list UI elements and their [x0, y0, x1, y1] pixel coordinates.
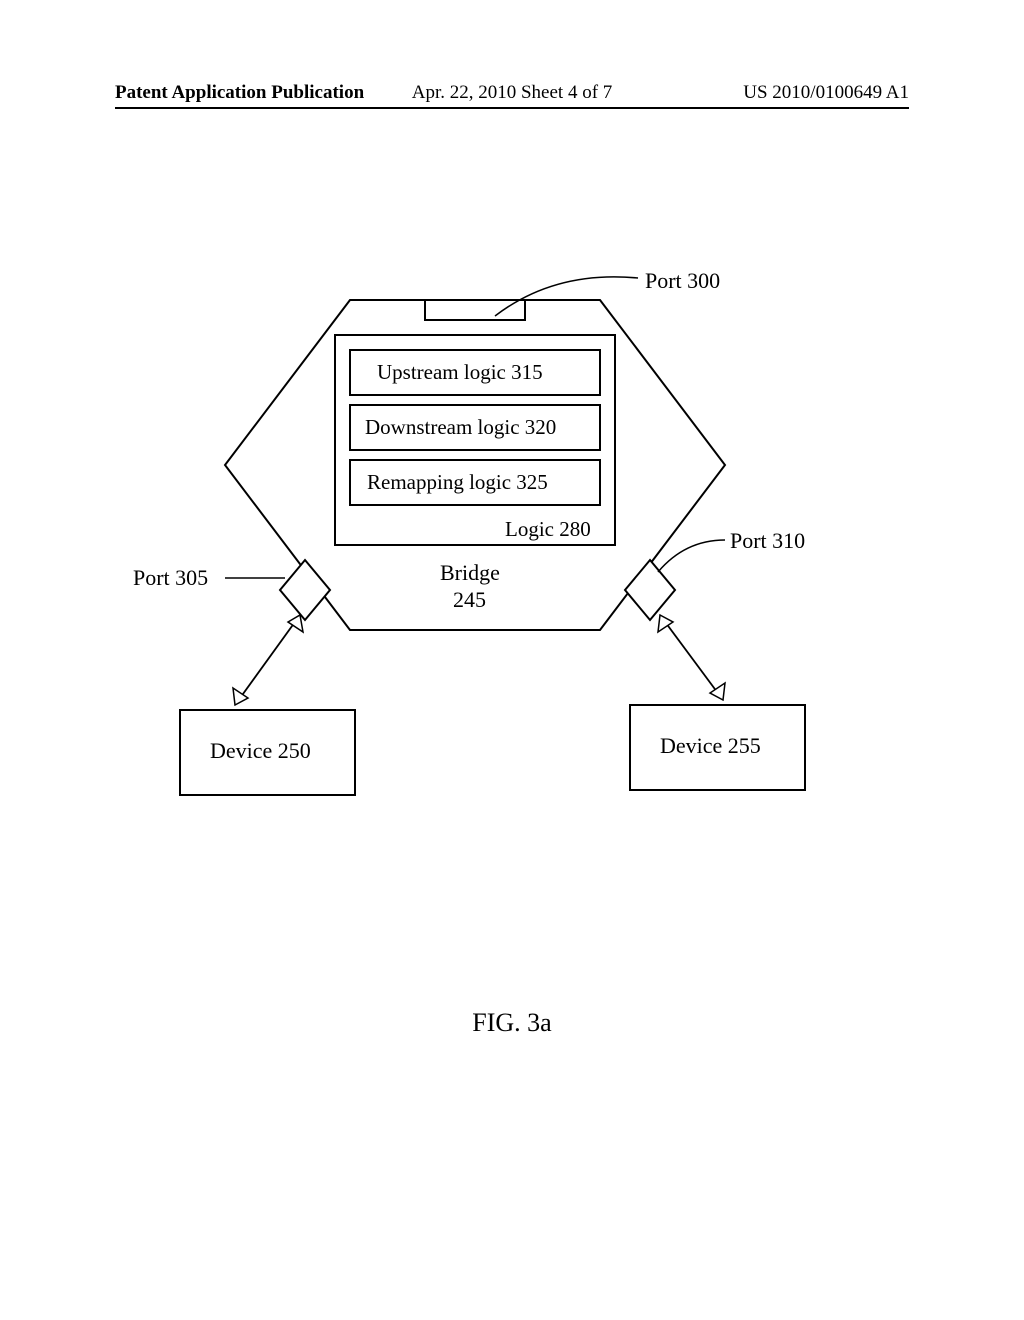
- device-250-label: Device 250: [210, 738, 311, 764]
- page-header: Patent Application Publication Apr. 22, …: [0, 82, 1024, 104]
- port-left-diamond: [280, 560, 330, 620]
- downstream-logic-label: Downstream logic 320: [365, 415, 556, 440]
- port-right-diamond: [625, 560, 675, 620]
- remapping-logic-label: Remapping logic 325: [367, 470, 548, 495]
- bridge-label-1: Bridge: [440, 560, 500, 586]
- header-patent-number: US 2010/0100649 A1: [743, 82, 909, 104]
- header-publication: Patent Application Publication: [115, 82, 364, 104]
- port-top-rect: [425, 300, 525, 320]
- device-255-label: Device 255: [660, 733, 761, 759]
- arrow-left-line: [235, 615, 300, 705]
- arrow-right-line: [660, 615, 723, 700]
- header-date-sheet: Apr. 22, 2010 Sheet 4 of 7: [412, 82, 613, 104]
- port-310-label: Port 310: [730, 528, 805, 554]
- header-divider: [115, 107, 909, 109]
- figure-caption: FIG. 3a: [472, 1008, 551, 1038]
- port-305-label: Port 305: [133, 565, 208, 591]
- bridge-label-2: 245: [453, 587, 486, 613]
- upstream-logic-label: Upstream logic 315: [377, 360, 543, 385]
- bridge-diagram: Port 300 Port 305 Port 310 Upstream logi…: [155, 260, 875, 820]
- port-310-callout-line: [658, 540, 725, 572]
- logic-280-label: Logic 280: [505, 517, 591, 542]
- port-300-label: Port 300: [645, 268, 720, 294]
